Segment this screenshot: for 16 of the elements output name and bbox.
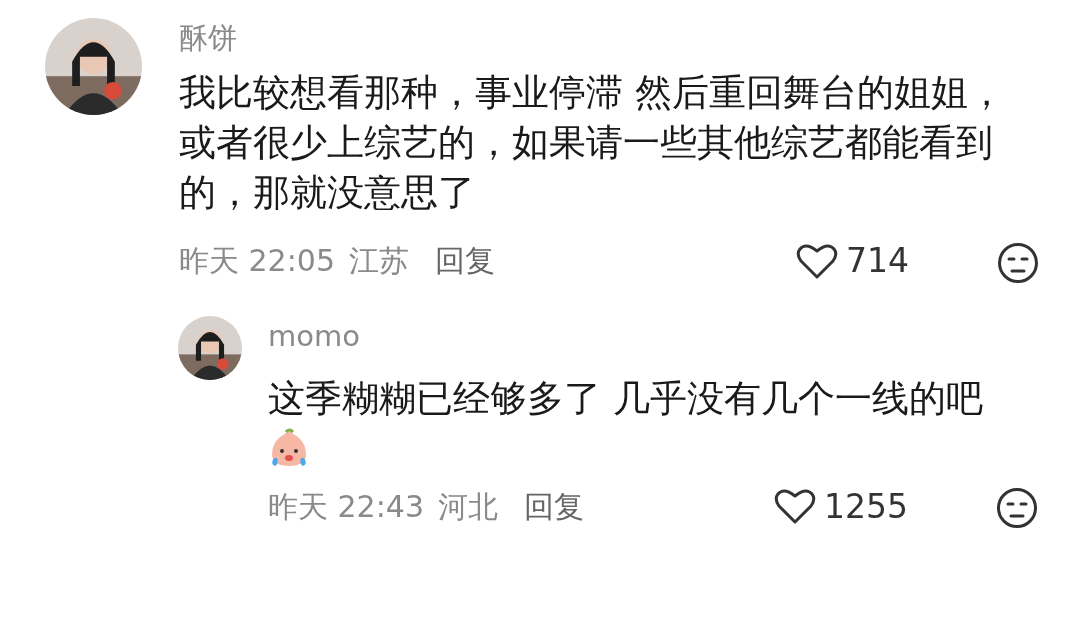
reply-link[interactable]: 回复 <box>435 238 495 284</box>
heart-icon[interactable] <box>796 241 838 280</box>
comment-time: 昨天 22:43 <box>268 487 424 526</box>
user-name[interactable]: 酥饼 <box>179 18 1039 58</box>
face-icon[interactable] <box>996 487 1038 529</box>
comment-location: 河北 <box>438 487 498 526</box>
comment-location: 江苏 <box>349 242 409 281</box>
reply-link[interactable]: 回复 <box>524 483 584 529</box>
like-count: 1255 <box>824 485 908 528</box>
comment-text: 我比较想看那种，事业停滞 然后重回舞台的姐姐， 或者很少上综艺的，如果请一些其他综艺都能看到 的，那就没意思了 <box>179 70 1006 216</box>
heart-icon[interactable] <box>774 487 816 526</box>
user-name[interactable]: momo <box>268 315 1038 356</box>
comment-time: 昨天 22:05 <box>179 242 335 281</box>
like-count: 714 <box>846 240 909 282</box>
comment-text: 这季糊糊已经够多了 几乎没有几个一线的吧 <box>268 375 984 422</box>
face-icon[interactable] <box>997 241 1039 284</box>
